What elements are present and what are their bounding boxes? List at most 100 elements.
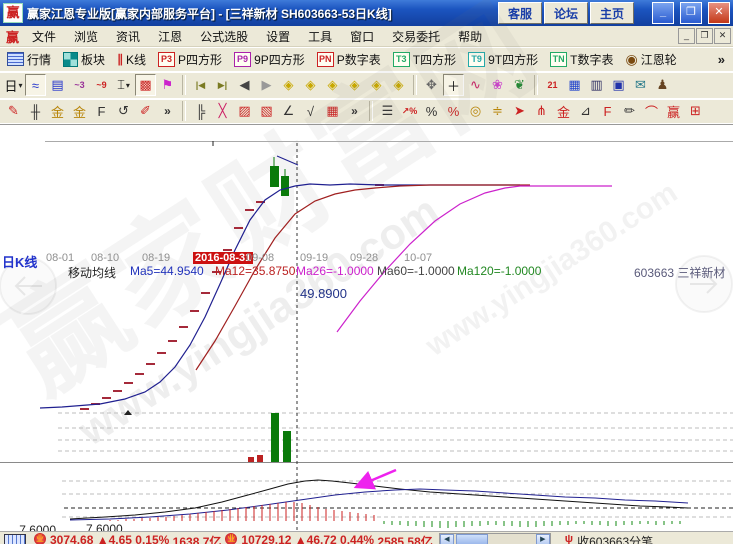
draw-box-pattern-a-icon[interactable]: ▨: [234, 100, 255, 122]
menu-item-10[interactable]: 帮助: [449, 26, 491, 47]
tool-mail-icon[interactable]: ✉: [630, 74, 651, 96]
draw-gold-red-icon[interactable]: 金: [553, 100, 574, 122]
draw-percent-line-icon[interactable]: %: [443, 100, 464, 122]
tool-save-icon[interactable]: ▣: [608, 74, 629, 96]
titlebar-quick-button-3[interactable]: 主页: [590, 2, 634, 24]
tool-gann-diamond-cross-icon[interactable]: ◈: [344, 74, 365, 96]
toolbar-t-number[interactable]: TNT数字表: [547, 50, 616, 69]
sh-index-change: ▲4.65 0.15%: [97, 533, 170, 544]
draw-grid-tool-icon[interactable]: ╫: [25, 100, 46, 122]
draw-fan-red-icon[interactable]: ⋔: [531, 100, 552, 122]
maximize-button[interactable]: ❐: [680, 2, 702, 24]
draw-f-line-icon[interactable]: F: [597, 100, 618, 122]
titlebar-quick-button-2[interactable]: 论坛: [544, 2, 588, 24]
draw-more-group-1[interactable]: »: [157, 100, 178, 122]
tool-leaf-tool-icon[interactable]: ❦: [509, 74, 530, 96]
toolbar-t9-square[interactable]: T99T四方形: [465, 50, 541, 69]
menu-item-9[interactable]: 交易委托: [383, 26, 449, 47]
tool-remote-user-icon[interactable]: ♟: [652, 74, 673, 96]
tool-gann-diamond-v-icon[interactable]: ◈: [388, 74, 409, 96]
tool-page-left-icon[interactable]: ◀: [234, 74, 255, 96]
tool-minor-wave-3-icon[interactable]: ~3: [69, 74, 90, 96]
scrollbar-left-button[interactable]: ◀: [440, 534, 454, 544]
menu-item-8[interactable]: 窗口: [341, 26, 383, 47]
tool-hand-drag-icon[interactable]: ✥: [421, 74, 442, 96]
draw-square-tool-icon[interactable]: ⊞: [685, 100, 706, 122]
chart-area[interactable]: 赢家财富网 www.yingjia360.com www.yingjia360.…: [0, 124, 733, 532]
menu-item-5[interactable]: 公式选股: [191, 26, 257, 47]
toolbar-gann-wheel[interactable]: ◉江恩轮: [622, 50, 679, 69]
draw-fan-lines-icon[interactable]: ╳: [212, 100, 233, 122]
tool-jump-first-icon[interactable]: |◀: [190, 74, 211, 96]
toolbar-sectors[interactable]: 板块: [60, 50, 108, 69]
titlebar-quick-button-1[interactable]: 客服: [498, 2, 542, 24]
draw-box-pattern-b-icon[interactable]: ▧: [256, 100, 277, 122]
draw-j-line-icon[interactable]: ⊿: [575, 100, 596, 122]
tool-gann-diamond-h-icon[interactable]: ◈: [322, 74, 343, 96]
toolbar-p-square[interactable]: P3P四方形: [155, 50, 225, 69]
draw-brand-tool-icon[interactable]: 赢: [663, 100, 684, 122]
close-button[interactable]: ✕: [708, 2, 730, 24]
menu-item-4[interactable]: 江恩: [149, 26, 191, 47]
tool-candle-style-icon[interactable]: ⌶▾: [113, 74, 134, 96]
draw-list-tool-icon[interactable]: ☰: [377, 100, 398, 122]
tool-gann-diamond-right-icon[interactable]: ◈: [300, 74, 321, 96]
mdi-close-button[interactable]: ✕: [714, 28, 731, 44]
draw-cycle-tool-icon[interactable]: ↺: [113, 100, 134, 122]
draw-angle-line-icon[interactable]: ∠: [278, 100, 299, 122]
draw-grid-pattern-icon[interactable]: ▦: [322, 100, 343, 122]
draw-brush-icon[interactable]: ✎: [3, 100, 24, 122]
tool-crosshair-icon[interactable]: ＋: [443, 74, 464, 96]
status-scrollbar[interactable]: ◀ ▶: [439, 533, 551, 544]
menu-item-6[interactable]: 设置: [257, 26, 299, 47]
toolbar-t-square[interactable]: T3T四方形: [390, 50, 459, 69]
scrollbar-right-button[interactable]: ▶: [536, 534, 550, 544]
draw-percent-icon[interactable]: %: [421, 100, 442, 122]
menu-item-1[interactable]: 文件: [23, 26, 65, 47]
scrollbar-thumb[interactable]: [456, 534, 488, 544]
toolbar-kline[interactable]: ∥K线: [114, 50, 149, 69]
draw-wave-tool-icon[interactable]: √: [300, 100, 321, 122]
tool-flag-mark-icon[interactable]: ⚑: [157, 74, 178, 96]
candle-icon: ∥: [117, 52, 123, 66]
toolbar-quotes[interactable]: 行情: [4, 50, 54, 69]
toolbar-overflow-chevron[interactable]: »: [718, 52, 729, 67]
draw-frame-tool-icon[interactable]: ╠: [190, 100, 211, 122]
draw-gold-lines-icon[interactable]: ≑: [487, 100, 508, 122]
tool-gann-diamond-star-icon[interactable]: ◈: [366, 74, 387, 96]
tool-jump-last-icon[interactable]: ▶|: [212, 74, 233, 96]
tool-minor-wave-9-icon[interactable]: ~9: [91, 74, 112, 96]
draw-pencil-icon[interactable]: ✏: [619, 100, 640, 122]
mdi-minimize-button[interactable]: _: [678, 28, 695, 44]
mdi-restore-button[interactable]: ❐: [696, 28, 713, 44]
tool-calculator-icon[interactable]: ▦: [564, 74, 585, 96]
draw-brush-2-icon[interactable]: ✐: [135, 100, 156, 122]
draw-gold-ratio-a-icon[interactable]: 金: [47, 100, 68, 122]
draw-gold-ring-icon[interactable]: ◎: [465, 100, 486, 122]
tool-memo-icon[interactable]: ▤: [47, 74, 68, 96]
tool-page-right-icon[interactable]: ▶: [256, 74, 277, 96]
keyboard-icon[interactable]: [4, 534, 26, 544]
menu-item-2[interactable]: 浏览: [65, 26, 107, 47]
draw-percent-up-icon[interactable]: ↗%: [399, 100, 420, 122]
tool-gann-diamond-left-icon[interactable]: ◈: [278, 74, 299, 96]
tool-flower-tool-icon[interactable]: ❀: [487, 74, 508, 96]
draw-arc-tool-icon[interactable]: ⌒: [641, 100, 662, 122]
tool-notepad-icon[interactable]: ▥: [586, 74, 607, 96]
draw-gold-ratio-b-icon[interactable]: 金: [69, 100, 90, 122]
tool-calendar-icon[interactable]: 21: [542, 74, 563, 96]
toolbar-p9-square[interactable]: P99P四方形: [231, 50, 308, 69]
draw-arrow-tool-icon[interactable]: ➤: [509, 100, 530, 122]
tool-period-day-icon[interactable]: 日▾: [3, 74, 24, 96]
tool-wave-view-icon[interactable]: ≈: [25, 74, 46, 96]
toolbar-p-number[interactable]: PNP数字表: [314, 50, 384, 69]
tool-pattern-box-icon[interactable]: ▩: [135, 74, 156, 96]
sz-index-change: ▲46.72 0.44%: [295, 533, 374, 544]
tool-trend-curve-icon[interactable]: ∿: [465, 74, 486, 96]
draw-fib-tool-icon[interactable]: F: [91, 100, 112, 122]
minimize-button[interactable]: _: [652, 2, 674, 24]
menu-item-3[interactable]: 资讯: [107, 26, 149, 47]
menu-item-7[interactable]: 工具: [299, 26, 341, 47]
watermark-url: www.yingjia360.com: [70, 187, 448, 456]
draw-more-group-2[interactable]: »: [344, 100, 365, 122]
